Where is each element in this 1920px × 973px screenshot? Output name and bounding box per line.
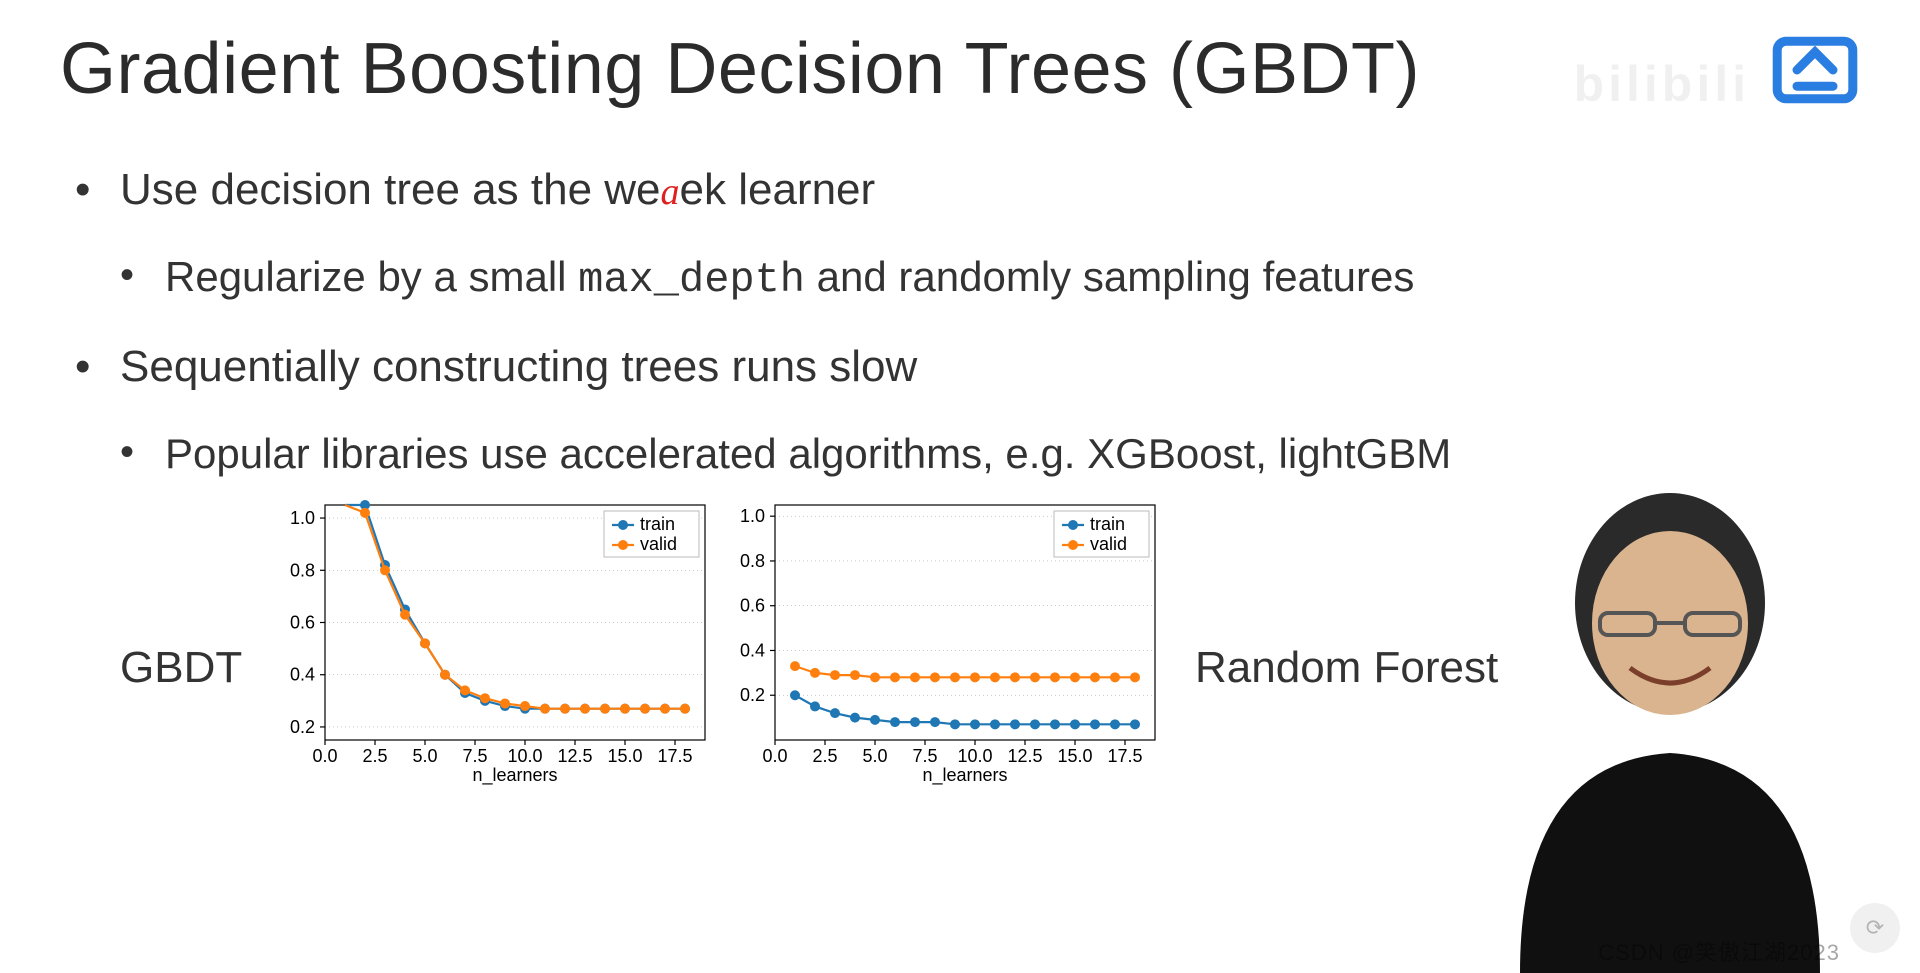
video-watermark: bilibili — [1574, 55, 1750, 113]
svg-text:n_learners: n_learners — [922, 765, 1007, 785]
chart-gbdt: 0.2 0.4 0.6 0.8 1.0 0.0 2.5 5.0 7.5 10.0 12.5 15.0 1… — [275, 495, 715, 785]
svg-text:2.5: 2.5 — [362, 746, 387, 766]
bullet-2: Sequentially constructing trees runs slo… — [75, 342, 1860, 478]
charts-row: GBDT 0.2 0.4 0.6 0.8 1.0 0.0 2.5 5.0 7.5 10.0 12.5… — [120, 495, 1820, 785]
svg-text:0.6: 0.6 — [290, 613, 315, 633]
bullet-1a-code: max_depth — [578, 256, 805, 304]
svg-text:train: train — [640, 514, 675, 534]
svg-text:valid: valid — [640, 534, 677, 554]
bullet-2a: Popular libraries use accelerated algori… — [120, 430, 1860, 478]
svg-text:12.5: 12.5 — [557, 746, 592, 766]
svg-text:7.5: 7.5 — [462, 746, 487, 766]
video-control-icon[interactable]: ⟳ — [1850, 903, 1900, 953]
svg-text:5.0: 5.0 — [412, 746, 437, 766]
bullet-1-text-post: ek learner — [680, 165, 876, 214]
svg-text:valid: valid — [1090, 534, 1127, 554]
svg-text:0.6: 0.6 — [740, 596, 765, 616]
svg-text:17.5: 17.5 — [1107, 746, 1142, 766]
svg-text:5.0: 5.0 — [862, 746, 887, 766]
chart-rf: 0.2 0.4 0.6 0.8 1.0 0.0 2.5 5.0 7.5 10.0 12.5 15.0 1… — [725, 495, 1165, 785]
svg-text:2.5: 2.5 — [812, 746, 837, 766]
handwritten-correction: a — [661, 171, 680, 213]
svg-text:17.5: 17.5 — [657, 746, 692, 766]
svg-text:0.8: 0.8 — [740, 551, 765, 571]
bullet-list: Use decision tree as the weaek learner R… — [75, 165, 1860, 478]
svg-text:1.0: 1.0 — [290, 508, 315, 528]
bullet-1-text-pre: Use decision tree as the we — [120, 165, 661, 214]
bullet-2a-text: Popular libraries use accelerated algori… — [165, 430, 1451, 477]
bullet-1a: Regularize by a small max_depth and rand… — [120, 253, 1860, 304]
chart-rf-svg: 0.2 0.4 0.6 0.8 1.0 0.0 2.5 5.0 7.5 10.0 12.5 15.0 1… — [725, 495, 1165, 785]
bullet-1: Use decision tree as the weaek learner R… — [75, 165, 1860, 304]
svg-text:0.0: 0.0 — [312, 746, 337, 766]
svg-text:15.0: 15.0 — [1057, 746, 1092, 766]
svg-text:7.5: 7.5 — [912, 746, 937, 766]
svg-text:15.0: 15.0 — [607, 746, 642, 766]
svg-text:0.4: 0.4 — [740, 640, 765, 660]
svg-text:0.2: 0.2 — [290, 717, 315, 737]
svg-text:train: train — [1090, 514, 1125, 534]
chart-label-right: Random Forest — [1195, 643, 1498, 693]
chart-label-left: GBDT — [120, 643, 255, 693]
svg-text:0.8: 0.8 — [290, 560, 315, 580]
svg-text:0.0: 0.0 — [762, 746, 787, 766]
svg-text:12.5: 12.5 — [1007, 746, 1042, 766]
footer-credit: CSDN @笑傲江湖2023 — [1598, 935, 1840, 967]
bullet-2-text: Sequentially constructing trees runs slo… — [120, 342, 917, 391]
chart-gbdt-svg: 0.2 0.4 0.6 0.8 1.0 0.0 2.5 5.0 7.5 10.0 12.5 15.0 1… — [275, 495, 715, 785]
svg-text:0.2: 0.2 — [740, 685, 765, 705]
bullet-1a-post: and randomly sampling features — [805, 253, 1414, 300]
bullet-1a-pre: Regularize by a small — [165, 253, 578, 300]
svg-text:n_learners: n_learners — [472, 765, 557, 785]
svg-text:10.0: 10.0 — [507, 746, 542, 766]
svg-text:1.0: 1.0 — [740, 506, 765, 526]
svg-text:0.4: 0.4 — [290, 665, 315, 685]
svg-text:10.0: 10.0 — [957, 746, 992, 766]
brand-logo-icon — [1770, 25, 1860, 115]
slide-root: bilibili Gradient Boosting Decision Tree… — [0, 0, 1920, 973]
